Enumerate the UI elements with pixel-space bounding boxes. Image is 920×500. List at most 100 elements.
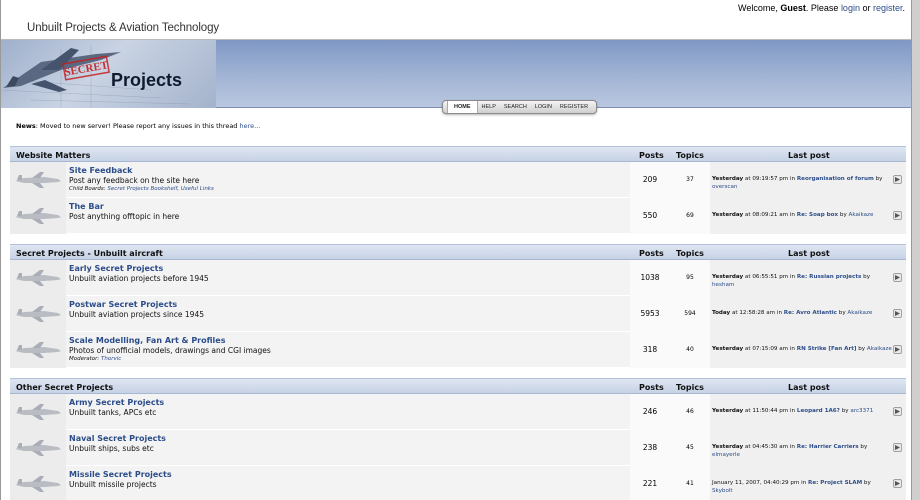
posts-column-header: Posts [639, 249, 664, 258]
board-description: Unbuilt missile projects [69, 480, 157, 489]
board-info: Early Secret Projects Unbuilt aviation pr… [69, 264, 629, 283]
menu-home[interactable]: HOME [447, 101, 478, 113]
board-name[interactable]: Army Secret Projects [69, 398, 629, 407]
sub-link[interactable]: Thorvic [101, 356, 121, 362]
posts-count: 238 [630, 430, 670, 466]
last-post-time: at 08:09:21 am in [743, 212, 797, 218]
last-post-topic-link[interactable]: Re: Project SLAM [808, 480, 862, 486]
last-post-time: January 11, 2007, 04:40:29 pm in [712, 480, 809, 486]
category-header: Secret Projects - Unbuilt aircraft Posts T… [10, 244, 906, 260]
menu-help[interactable]: HELP [478, 101, 500, 113]
last-post-by: by [839, 408, 851, 414]
welcome-or: or [859, 3, 873, 13]
go-to-post-icon[interactable] [893, 309, 902, 318]
top-bar: Unbuilt Projects & Aviation Technology W… [1, 0, 911, 40]
board-info: Site Feedback Post any feedback on the si… [69, 166, 629, 192]
board-info: Scale Modelling, Fan Art & Profiles Photo… [69, 336, 629, 362]
last-post-topic-link[interactable]: Reorganisation of forum [797, 176, 874, 182]
board-name[interactable]: Early Secret Projects [69, 264, 629, 273]
category-header: Other Secret Projects Posts Topics Last pos… [10, 378, 906, 394]
last-post-topic-link[interactable]: Re: Avro Atlantic [784, 310, 837, 316]
topics-count: 41 [670, 466, 710, 500]
board-row: Missile Secret Projects Unbuilt missile p… [10, 466, 906, 500]
board-name[interactable]: Site Feedback [69, 166, 629, 175]
welcome-message: Welcome, Guest. Please login or register… [738, 3, 905, 13]
welcome-prefix: Welcome, [738, 3, 781, 13]
window-edge [912, 0, 920, 500]
board-row: The Bar Post anything offtopic in here 550… [10, 198, 906, 234]
last-post-user-link[interactable]: Akaikaze [849, 212, 874, 218]
posts-column-header: Posts [639, 151, 664, 160]
go-to-post-icon[interactable] [893, 479, 902, 488]
board-name[interactable]: Naval Secret Projects [69, 434, 629, 443]
last-post-cell: Yesterday at 07:15:09 am in RN Strike [F… [710, 332, 906, 368]
last-post-topic-link[interactable]: Leopard 1A6? [797, 408, 840, 414]
topics-count: 46 [670, 394, 710, 430]
last-post-user-link[interactable]: overscan [712, 184, 737, 190]
last-post-cell: Yesterday at 11:50:44 pm in Leopard 1A6?… [710, 394, 906, 430]
board-info: Naval Secret Projects Unbuilt ships, subs… [69, 434, 629, 453]
go-to-post-icon[interactable] [893, 211, 902, 220]
board-icon-cell [10, 430, 66, 466]
last-post-user-link[interactable]: hesham [712, 282, 734, 288]
last-post-topic-link[interactable]: RN Strike [Fan Art] [797, 346, 857, 352]
category-title[interactable]: Other Secret Projects [16, 383, 113, 392]
board-name[interactable]: The Bar [69, 202, 629, 211]
board-icon-cell [10, 466, 66, 500]
last-post-time: at 07:15:09 am in [743, 346, 797, 352]
go-to-post-icon[interactable] [893, 345, 902, 354]
category-title[interactable]: Secret Projects - Unbuilt aircraft [16, 249, 163, 258]
last-post-user-link[interactable]: arc3371 [850, 408, 873, 414]
last-post-topic-link[interactable]: Re: Russian projects [797, 274, 862, 280]
site-banner: SECRET Projects [1, 40, 911, 108]
last-post-time: at 04:45:30 am in [743, 444, 797, 450]
site-title: Unbuilt Projects & Aviation Technology [27, 22, 220, 34]
last-post-info: Yesterday at 06:55:51 pm in Re: Russian … [712, 274, 892, 289]
last-post-time: at 06:55:51 pm in [743, 274, 797, 280]
sub-link[interactable]: Useful Links [181, 186, 214, 192]
posts-count: 5953 [630, 296, 670, 332]
board-sub-info: Moderator: Thorvic [69, 356, 629, 362]
last-post-info: Yesterday at 08:09:21 am in Re: Soap box… [712, 212, 892, 220]
board-row: Early Secret Projects Unbuilt aviation pr… [10, 260, 906, 296]
board-name[interactable]: Postwar Secret Projects [69, 300, 629, 309]
last-post-info: January 11, 2007, 04:40:29 pm in Re: Pro… [712, 480, 892, 495]
board-row: Site Feedback Post any feedback on the si… [10, 162, 906, 198]
last-post-user-link[interactable]: Skybolt [712, 488, 733, 494]
go-to-post-icon[interactable] [893, 407, 902, 416]
last-post-topic-link[interactable]: Re: Harrier Carriers [797, 444, 859, 450]
news-link[interactable]: here... [240, 122, 261, 130]
posts-count: 209 [630, 162, 670, 198]
go-to-post-icon[interactable] [893, 273, 902, 282]
last-post-cell: Yesterday at 04:45:30 am in Re: Harrier … [710, 430, 906, 466]
welcome-period: . [902, 3, 905, 13]
last-post-user-link[interactable]: Akaikaze [847, 310, 872, 316]
board-name[interactable]: Scale Modelling, Fan Art & Profiles [69, 336, 629, 345]
board-row: Naval Secret Projects Unbuilt ships, subs… [10, 430, 906, 466]
category: Website Matters Posts Topics Last post Site … [10, 146, 906, 234]
register-link[interactable]: register [873, 3, 903, 13]
go-to-post-icon[interactable] [893, 175, 902, 184]
sub-link[interactable]: Secret Projects Bookshelf [107, 186, 177, 192]
login-link[interactable]: login [841, 3, 860, 13]
menu-login[interactable]: LOGIN [531, 101, 556, 113]
last-post-user-link[interactable]: Akaikaze [867, 346, 892, 352]
last-post-topic-link[interactable]: Re: Soap box [797, 212, 838, 218]
menu-register[interactable]: REGISTER [556, 101, 592, 113]
category-title[interactable]: Website Matters [16, 151, 90, 160]
board-plane-icon [15, 172, 61, 188]
last-post-time: at 09:19:57 pm in [743, 176, 797, 182]
last-post-time: at 11:50:44 pm in [743, 408, 797, 414]
welcome-please: . Please [805, 3, 841, 13]
board-icon-cell [10, 332, 66, 368]
site-logo[interactable]: SECRET Projects [1, 40, 216, 108]
topics-count: 69 [670, 198, 710, 234]
topics-column-header: Topics [676, 151, 704, 160]
board-name[interactable]: Missile Secret Projects [69, 470, 629, 479]
posts-column-header: Posts [639, 383, 664, 392]
go-to-post-icon[interactable] [893, 443, 902, 452]
last-post-info: Yesterday at 07:15:09 am in RN Strike [F… [712, 346, 892, 354]
menu-search[interactable]: SEARCH [500, 101, 531, 113]
board-index: Website Matters Posts Topics Last post Site … [10, 146, 906, 500]
last-post-user-link[interactable]: elmayerle [712, 452, 740, 458]
